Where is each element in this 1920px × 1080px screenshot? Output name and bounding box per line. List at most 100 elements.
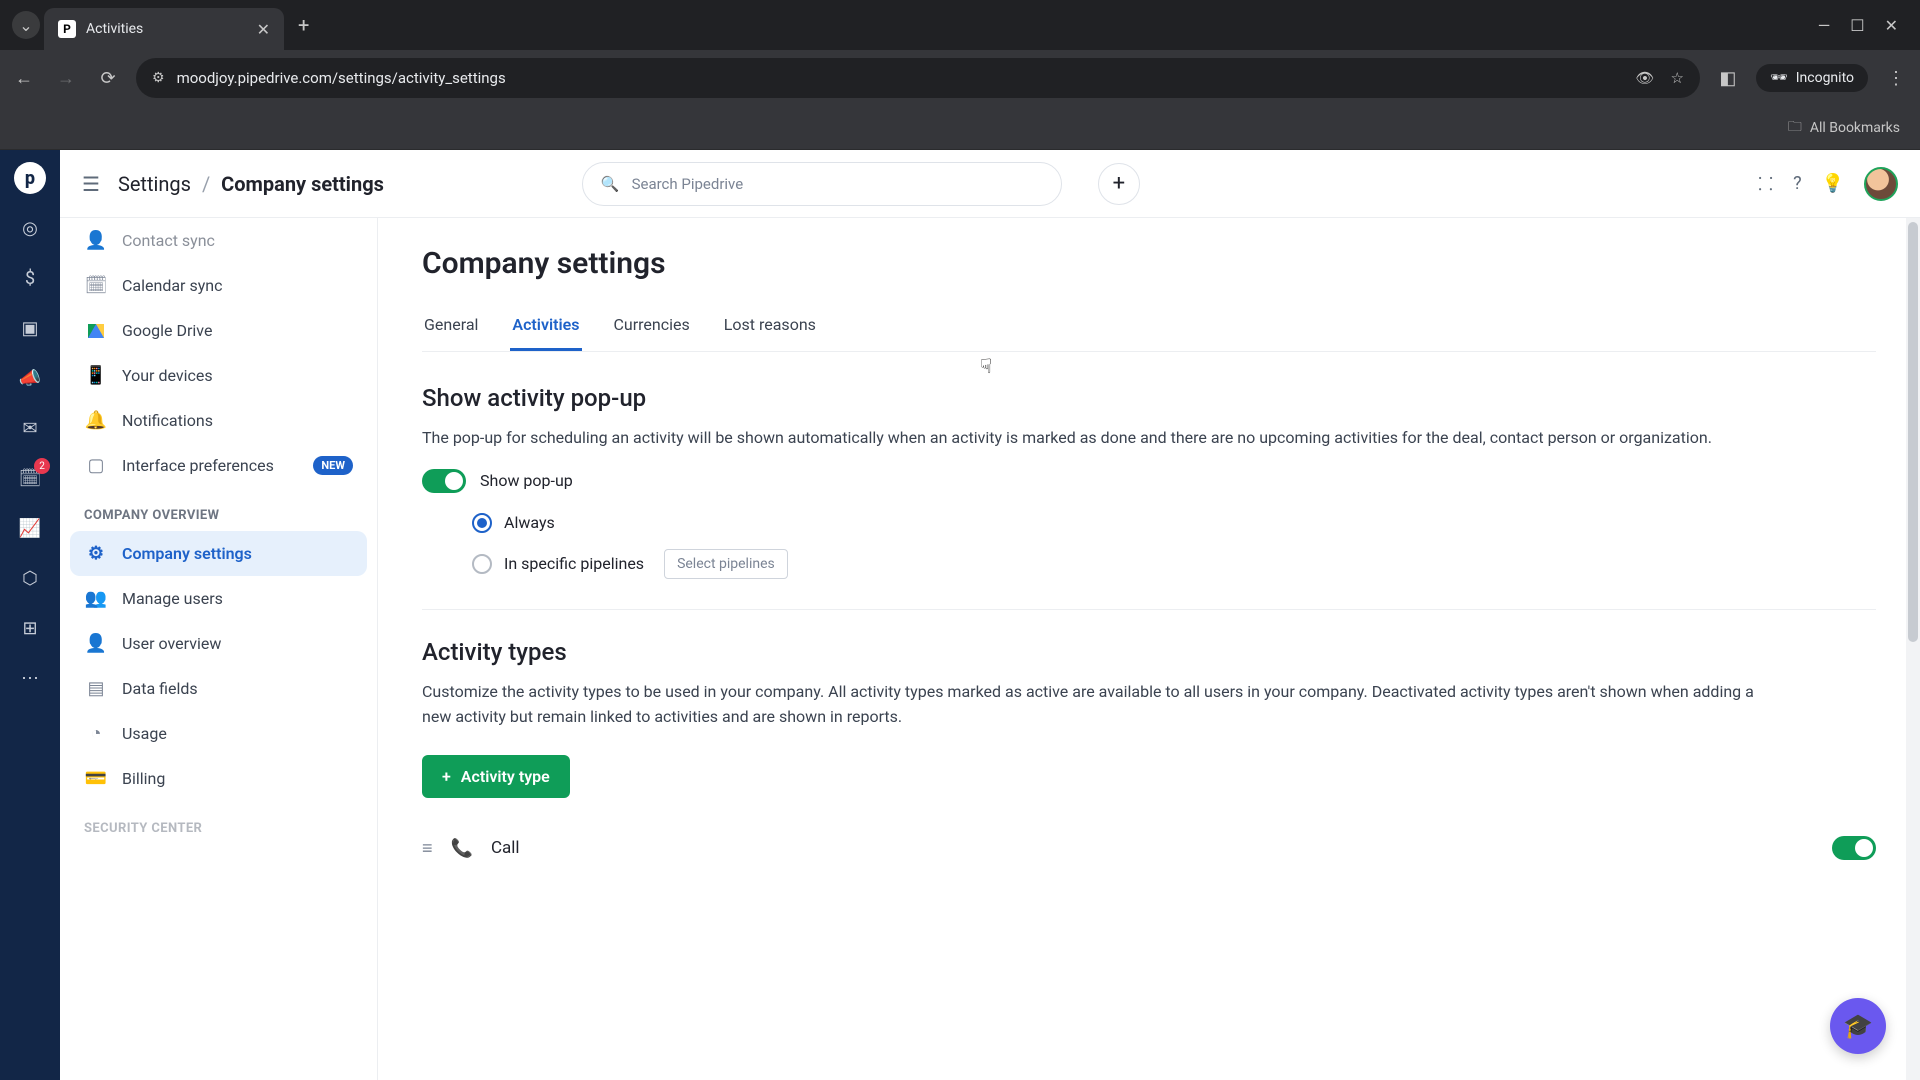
help-icon[interactable]: ?	[1793, 173, 1802, 194]
google-drive-icon	[84, 320, 108, 341]
radio-specific-label: In specific pipelines	[504, 554, 644, 573]
radio-specific-row[interactable]: In specific pipelines Select pipelines	[472, 549, 1876, 579]
tips-icon[interactable]: 💡	[1822, 173, 1844, 194]
section-activity-types-title: Activity types	[422, 638, 1876, 666]
add-activity-type-button[interactable]: + Activity type	[422, 755, 570, 798]
sidebar-item-usage[interactable]: ◔ Usage	[70, 711, 367, 756]
rail-more-icon[interactable]: ⋯	[14, 662, 46, 694]
star-icon[interactable]: ☆	[1670, 69, 1683, 87]
breadcrumb-current: Company settings	[221, 172, 384, 196]
sidebar-item-data-fields[interactable]: ▤ Data fields	[70, 666, 367, 711]
tab-general[interactable]: General	[422, 305, 480, 351]
side-panel-icon[interactable]: ◧	[1714, 68, 1742, 89]
menu-toggle-icon[interactable]: ☰	[82, 172, 100, 196]
section-header-company: COMPANY OVERVIEW	[70, 488, 367, 531]
section-activity-types-desc: Customize the activity types to be used …	[422, 680, 1782, 730]
activity-type-toggle[interactable]	[1832, 836, 1876, 860]
sidebar-item-label: User overview	[122, 634, 221, 653]
app-header: ☰ Settings / Company settings 🔍 Search P…	[60, 150, 1920, 218]
maximize-icon[interactable]: ☐	[1850, 16, 1864, 35]
rail-marketplace-icon[interactable]: ⊞	[14, 612, 46, 644]
drag-handle-icon[interactable]: ≡	[422, 838, 433, 859]
page-title: Company settings	[422, 246, 1876, 281]
breadcrumb-separator: /	[202, 172, 210, 196]
eye-off-icon[interactable]: 👁	[1635, 69, 1654, 87]
tabs: General Activities Currencies Lost reaso…	[422, 305, 1876, 352]
cursor-icon	[980, 354, 992, 378]
sidebar-item-your-devices[interactable]: 📱 Your devices	[70, 353, 367, 398]
tabs-dropdown-button[interactable]: ⌄	[12, 11, 40, 39]
rail-deals-icon[interactable]: $	[14, 262, 46, 294]
rail-insights-icon[interactable]: 📈	[14, 512, 46, 544]
minimize-icon[interactable]: —	[1818, 16, 1831, 35]
sidebar-item-contact-sync[interactable]: 👤 Contact sync	[70, 218, 367, 263]
quick-add-button[interactable]: +	[1098, 163, 1140, 205]
scrollbar-track[interactable]	[1906, 218, 1920, 1080]
sidebar-item-label: Calendar sync	[122, 276, 222, 295]
show-popup-toggle[interactable]	[422, 469, 466, 493]
rail-target-icon[interactable]: ◎	[14, 212, 46, 244]
reload-button[interactable]: ⟳	[94, 68, 122, 89]
sidebar-item-user-overview[interactable]: 👤 User overview	[70, 621, 367, 666]
rail-campaigns-icon[interactable]: 📣	[14, 362, 46, 394]
tab-currencies[interactable]: Currencies	[612, 305, 692, 351]
new-badge: NEW	[313, 456, 353, 475]
forward-button[interactable]: →	[52, 68, 80, 89]
sidebar-item-label: Your devices	[122, 366, 213, 385]
back-button[interactable]: ←	[10, 68, 38, 89]
all-bookmarks-label: All Bookmarks	[1810, 120, 1900, 136]
activity-type-name: Call	[491, 838, 520, 858]
select-pipelines-button[interactable]: Select pipelines	[664, 549, 788, 579]
sidebar-item-calendar-sync[interactable]: 🗓 Calendar sync	[70, 263, 367, 308]
radio-always[interactable]	[472, 513, 492, 533]
new-tab-button[interactable]: +	[288, 7, 319, 43]
activity-type-row: ≡ 📞 Call	[422, 826, 1876, 870]
rail-mail-icon[interactable]: ✉	[14, 412, 46, 444]
rail-projects-icon[interactable]: ▣	[14, 312, 46, 344]
radio-always-row[interactable]: Always	[472, 513, 1876, 533]
search-input[interactable]: 🔍 Search Pipedrive	[582, 162, 1062, 206]
add-activity-type-label: Activity type	[461, 767, 550, 786]
rail-activities-icon[interactable]: 🗓2	[14, 462, 46, 494]
tab-lost-reasons[interactable]: Lost reasons	[722, 305, 818, 351]
radio-specific[interactable]	[472, 554, 492, 574]
sidebar-item-google-drive[interactable]: Google Drive	[70, 308, 367, 353]
tab-title: Activities	[86, 21, 247, 37]
url-field[interactable]: ⚙ moodjoy.pipedrive.com/settings/activit…	[136, 58, 1700, 98]
icon-rail: p ◎ $ ▣ 📣 ✉ 🗓2 📈 ⬡ ⊞ ⋯	[0, 150, 60, 1080]
sidebar-item-company-settings[interactable]: ⚙ Company settings	[70, 531, 367, 576]
overflow-menu-icon[interactable]: ⋮	[1882, 68, 1910, 89]
sidebar-item-manage-users[interactable]: 👥 Manage users	[70, 576, 367, 621]
all-bookmarks-button[interactable]: 🗀 All Bookmarks	[1788, 116, 1900, 140]
scrollbar-thumb[interactable]	[1908, 222, 1918, 642]
sidebar-item-label: Manage users	[122, 589, 223, 608]
breadcrumb-root[interactable]: Settings	[118, 172, 191, 196]
sidebar-item-notifications[interactable]: 🔔 Notifications	[70, 398, 367, 443]
section-show-popup-desc: The pop-up for scheduling an activity wi…	[422, 426, 1782, 451]
favicon: P	[58, 20, 76, 38]
extensions-icon[interactable]: ⸬	[1758, 172, 1773, 196]
avatar[interactable]	[1864, 167, 1898, 201]
bell-icon: 🔔	[84, 410, 108, 431]
tab-activities[interactable]: Activities	[510, 305, 581, 351]
browser-tab[interactable]: P Activities ✕	[44, 8, 284, 50]
interface-icon: ▢	[84, 455, 108, 476]
site-settings-icon[interactable]: ⚙	[152, 70, 165, 86]
sidebar-item-label: Data fields	[122, 679, 198, 698]
close-window-icon[interactable]: ✕	[1885, 16, 1898, 35]
sidebar-item-label: Interface preferences	[122, 456, 274, 475]
app-logo[interactable]: p	[14, 162, 46, 194]
sidebar-item-billing[interactable]: 💳 Billing	[70, 756, 367, 801]
gear-icon: ⚙	[84, 543, 108, 564]
main-content: Company settings General Activities Curr…	[378, 218, 1920, 1080]
help-fab[interactable]: 🎓	[1830, 998, 1886, 1054]
sidebar-item-label: Billing	[122, 769, 165, 788]
incognito-badge[interactable]: 🕶 Incognito	[1756, 64, 1868, 92]
close-icon[interactable]: ✕	[257, 20, 270, 39]
rail-products-icon[interactable]: ⬡	[14, 562, 46, 594]
sidebar-item-interface-preferences[interactable]: ▢ Interface preferences NEW	[70, 443, 367, 488]
incognito-icon: 🕶	[1770, 70, 1788, 86]
sidebar-item-label: Contact sync	[122, 231, 215, 250]
user-overview-icon: 👤	[84, 633, 108, 654]
url-text: moodjoy.pipedrive.com/settings/activity_…	[177, 69, 1624, 87]
